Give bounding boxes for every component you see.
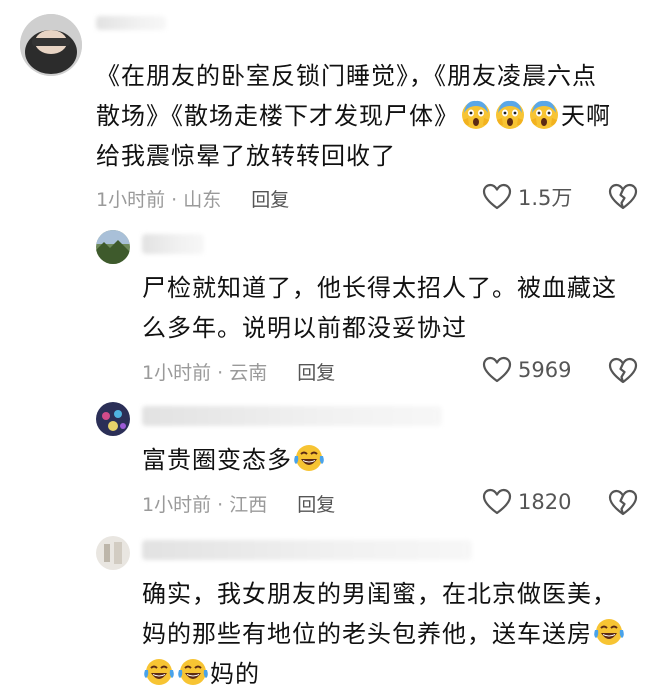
laugh-cry-emoji-icon bbox=[177, 656, 209, 688]
timestamp-location: 1小时前 · 江西 bbox=[142, 494, 268, 516]
heart-icon bbox=[482, 183, 512, 211]
reply-button[interactable]: 回复 bbox=[251, 185, 289, 212]
scream-emoji-icon bbox=[528, 98, 560, 130]
comment-text: 尸检就知道了，他长得太招人了。被血藏这 么多年。说明以前都没妥协过 bbox=[142, 274, 617, 342]
laugh-cry-emoji-icon bbox=[143, 656, 175, 688]
avatar[interactable] bbox=[96, 230, 130, 264]
like-count: 1820 bbox=[518, 490, 572, 514]
comment-text: 《在朋友的卧室反锁门睡觉》，《朋友凌晨六点 散场》《散场走楼下才发现尸体》 天啊 … bbox=[96, 62, 611, 170]
timestamp-location: 1小时前 · 山东 bbox=[96, 189, 222, 211]
heart-icon bbox=[482, 356, 512, 384]
laugh-cry-emoji-icon bbox=[593, 616, 625, 648]
timestamp-location: 1小时前 · 云南 bbox=[142, 362, 268, 384]
dislike-icon[interactable] bbox=[608, 489, 638, 517]
avatar[interactable] bbox=[96, 536, 130, 570]
laugh-cry-emoji-icon bbox=[293, 442, 325, 474]
avatar[interactable] bbox=[20, 14, 82, 76]
username-blurred[interactable] bbox=[142, 234, 204, 254]
username-blurred[interactable] bbox=[142, 540, 472, 560]
scream-emoji-icon bbox=[460, 98, 492, 130]
like-count: 5969 bbox=[518, 358, 572, 382]
heart-icon bbox=[482, 488, 512, 516]
comment-text: 确实，我女朋友的男闺蜜，在北京做医美， 妈的那些有地位的老头包养他，送车送房 妈… bbox=[142, 574, 652, 694]
comment-meta: 1小时前 · 云南 回复 bbox=[142, 358, 335, 385]
scream-emoji-icon bbox=[494, 98, 526, 130]
like-button[interactable]: 1820 bbox=[482, 488, 571, 516]
like-button[interactable]: 1.5万 bbox=[482, 182, 572, 212]
username-blurred[interactable] bbox=[142, 406, 442, 426]
dislike-icon[interactable] bbox=[608, 357, 638, 385]
reply-button[interactable]: 回复 bbox=[297, 490, 335, 517]
comment-meta: 1小时前 · 山东 回复 bbox=[96, 185, 289, 212]
username-blurred[interactable] bbox=[96, 16, 166, 30]
comment-meta: 1小时前 · 江西 回复 bbox=[142, 490, 335, 517]
dislike-icon[interactable] bbox=[608, 183, 638, 211]
reply-button[interactable]: 回复 bbox=[297, 358, 335, 385]
avatar[interactable] bbox=[96, 402, 130, 436]
like-button[interactable]: 5969 bbox=[482, 356, 571, 384]
like-count: 1.5万 bbox=[518, 186, 573, 210]
comment-text: 富贵圈变态多 bbox=[142, 440, 652, 480]
